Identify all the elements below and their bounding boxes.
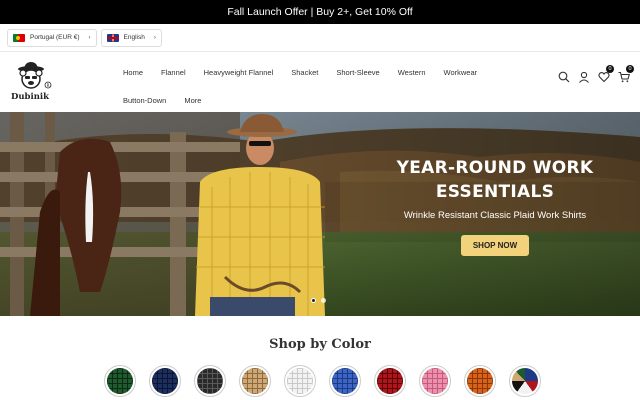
account-icon[interactable]	[578, 70, 590, 83]
swatch-pattern	[197, 368, 223, 394]
swatch-pattern	[377, 368, 403, 394]
nav-item-home[interactable]: Home	[123, 68, 143, 77]
brand-name: Dubinik	[11, 92, 50, 102]
country-label: Portugal (EUR €)	[30, 34, 80, 41]
hero-title-line2: ESSENTIALS	[435, 182, 555, 202]
color-swatch-green[interactable]	[104, 365, 136, 397]
swatch-pattern	[287, 368, 313, 394]
color-swatch-blue[interactable]	[329, 365, 361, 397]
search-icon[interactable]	[558, 70, 570, 83]
color-swatch-list	[104, 365, 541, 397]
hero-banner[interactable]: YEAR-ROUND WORK ESSENTIALS Wrinkle Resis…	[0, 112, 640, 316]
nav-item-more[interactable]: More	[184, 96, 201, 105]
wishlist-count-badge: 0	[606, 65, 614, 73]
color-swatch-khaki[interactable]	[239, 365, 271, 397]
nav-item-western[interactable]: Western	[398, 68, 426, 77]
shop-now-button[interactable]: SHOP NOW	[460, 235, 530, 256]
color-swatch-orange[interactable]	[464, 365, 496, 397]
header-icons: 0 0	[558, 65, 634, 83]
announcement-bar: Fall Launch Offer | Buy 2+, Get 10% Off	[0, 0, 640, 24]
cart-count-badge: 0	[626, 65, 634, 73]
announcement-text[interactable]: Fall Launch Offer | Buy 2+, Get 10% Off	[227, 6, 412, 18]
nav-item-flannel[interactable]: Flannel	[161, 68, 186, 77]
shop-by-color-heading: Shop by Color	[269, 337, 371, 352]
nav-item-short-sleeve[interactable]: Short-Sleeve	[336, 68, 379, 77]
color-swatch-white[interactable]	[284, 365, 316, 397]
brand-logo[interactable]: R Dubinik	[11, 60, 57, 106]
color-swatch-black[interactable]	[194, 365, 226, 397]
uk-flag-icon	[106, 33, 119, 42]
nav-item-shacket[interactable]: Shacket	[291, 68, 318, 77]
color-swatch-pink[interactable]	[419, 365, 451, 397]
cart-icon[interactable]: 0	[618, 65, 634, 83]
swatch-pattern	[152, 368, 178, 394]
color-swatch-multi[interactable]	[509, 365, 541, 397]
country-currency-selector[interactable]: Portugal (EUR €) ›	[7, 28, 97, 47]
chevron-right-icon: ›	[88, 34, 91, 41]
nav-item-heavyweight-flannel[interactable]: Heavyweight Flannel	[204, 68, 274, 77]
svg-text:R: R	[47, 83, 50, 88]
bear-cowboy-logo-icon: R	[18, 62, 52, 89]
chevron-right-icon: ›	[153, 34, 156, 41]
color-swatch-navy[interactable]	[149, 365, 181, 397]
swatch-pattern	[467, 368, 493, 394]
wishlist-icon[interactable]: 0	[598, 65, 614, 83]
locale-bar: Portugal (EUR €) › English ›	[0, 24, 640, 52]
swatch-pattern	[242, 368, 268, 394]
carousel-dots	[311, 298, 326, 303]
site-header: R Dubinik Home Flannel Heavyweight Flannel…	[0, 52, 640, 112]
portugal-flag-icon	[13, 33, 25, 42]
swatch-pattern	[107, 368, 133, 394]
hero-subtitle: Wrinkle Resistant Classic Plaid Work Shi…	[403, 210, 587, 221]
swatch-pattern	[422, 368, 448, 394]
hero-title-line1: YEAR-ROUND WORK	[396, 158, 594, 178]
swatch-pattern	[332, 368, 358, 394]
nav-row: Button-Down More	[123, 86, 483, 114]
language-label: English	[123, 34, 145, 41]
main-nav: Home Flannel Heavyweight Flannel Shacket Sho…	[123, 58, 483, 114]
color-swatch-red[interactable]	[374, 365, 406, 397]
carousel-dot-2[interactable]	[321, 298, 326, 303]
nav-row: Home Flannel Heavyweight Flannel Shacket Sho…	[123, 58, 483, 86]
nav-item-workwear[interactable]: Workwear	[444, 68, 478, 77]
carousel-dot-1[interactable]	[311, 298, 316, 303]
swatch-pattern	[512, 368, 538, 394]
nav-item-button-down[interactable]: Button-Down	[123, 96, 166, 105]
language-selector[interactable]: English ›	[100, 28, 162, 47]
hero-content: YEAR-ROUND WORK ESSENTIALS Wrinkle Resis…	[380, 156, 610, 256]
